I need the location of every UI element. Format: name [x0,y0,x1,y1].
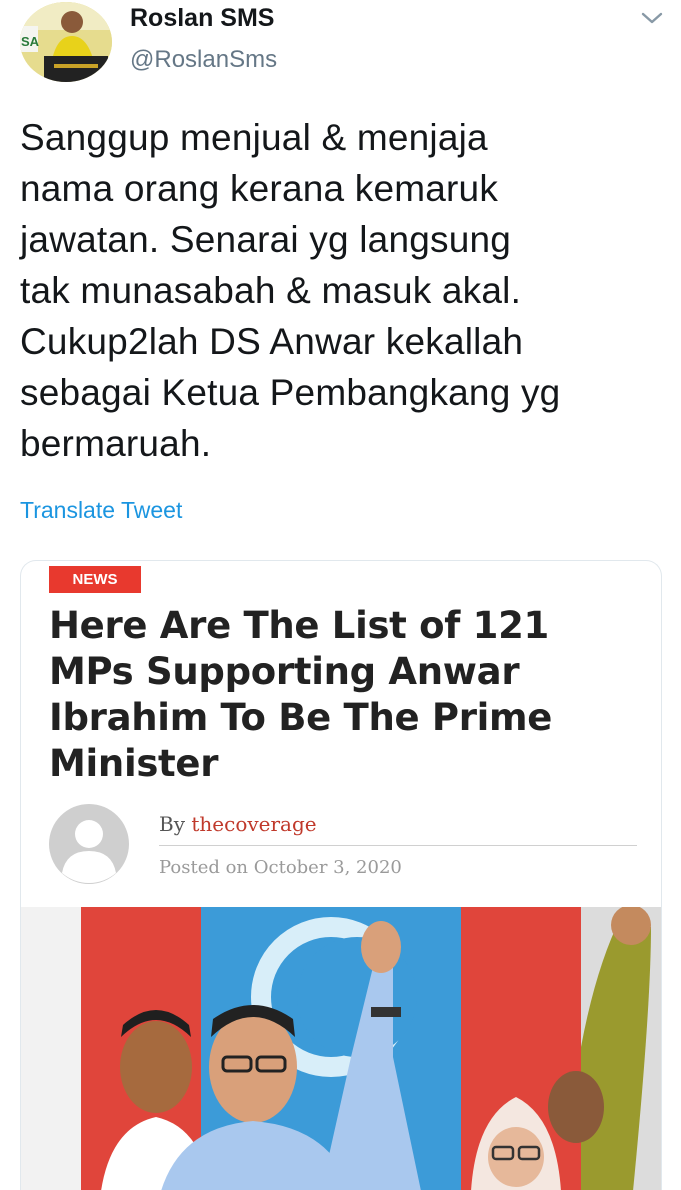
tweet-page: SA Roslan SMS @RoslanSms Sanggup menjual… [0,0,681,1190]
user-placeholder-icon [49,804,129,884]
chevron-down-icon[interactable] [640,8,664,28]
tweet-text: Sanggup menjual & menjaja nama orang ker… [20,117,561,464]
profile-avatar[interactable]: SA [20,2,112,82]
profile-photo: SA [20,2,112,82]
author-link[interactable]: thecoverage [191,812,316,836]
article-byline: By thecoverage [159,812,317,836]
posted-date-value: October 3, 2020 [253,857,402,878]
byline-divider [159,845,637,846]
posted-date: Posted on October 3, 2020 [159,857,402,878]
byline-prefix: By [159,812,185,836]
news-badge: NEWS [49,566,141,593]
link-preview-card[interactable]: NEWS Here Are The List of 121 MPs Suppor… [20,560,662,1190]
posted-prefix: Posted on [159,857,249,878]
article-headline: Here Are The List of 121 MPs Supporting … [49,604,553,785]
user-handle[interactable]: @RoslanSms [130,46,277,74]
translate-tweet-link[interactable]: Translate Tweet [20,497,182,524]
article-photo [21,907,661,1190]
avatar-sign-text: SA [21,34,40,49]
display-name[interactable]: Roslan SMS [130,4,274,33]
